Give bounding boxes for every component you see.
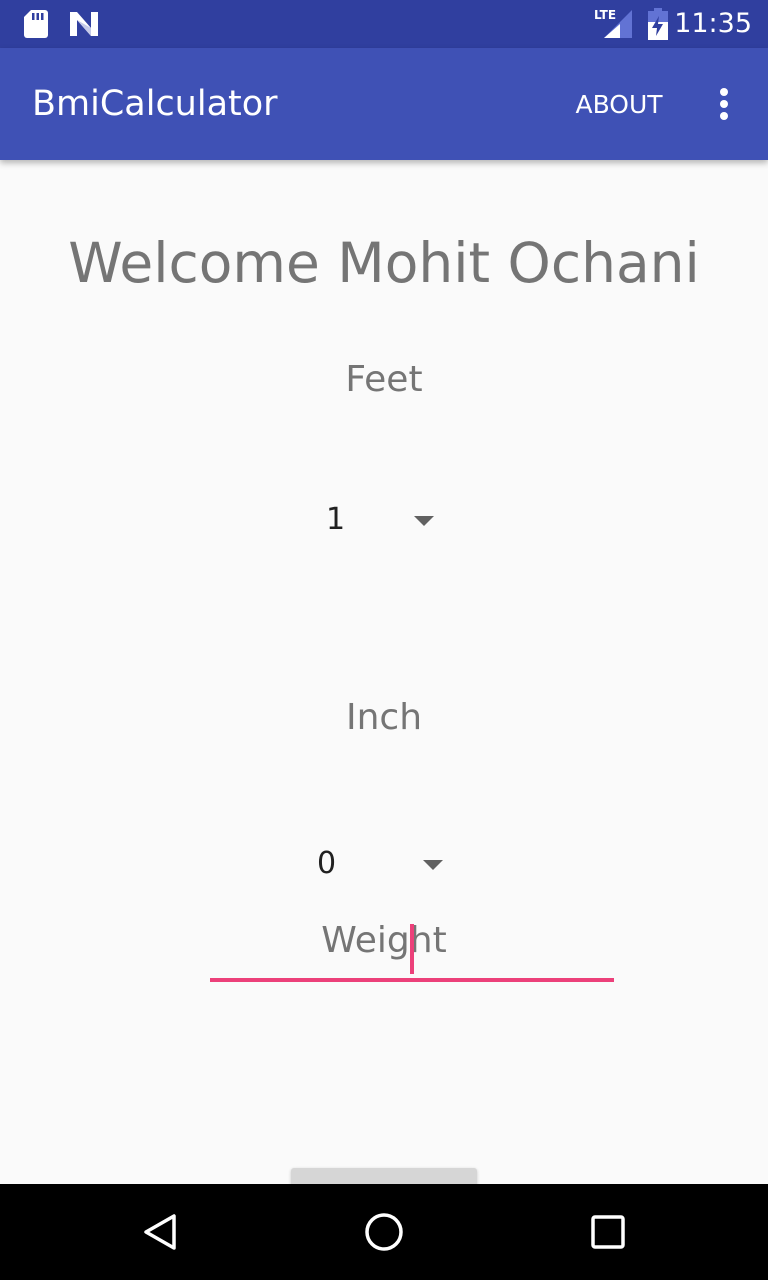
- dropdown-arrow-icon: [423, 860, 443, 870]
- battery-charging-icon: [648, 8, 668, 40]
- navigation-bar: [0, 1184, 768, 1280]
- more-vert-icon[interactable]: [704, 80, 744, 128]
- inch-label: Inch: [345, 697, 423, 738]
- dropdown-arrow-icon: [414, 516, 434, 526]
- feet-spinner[interactable]: 1: [326, 500, 448, 540]
- weight-input[interactable]: [210, 920, 614, 982]
- inch-spinner[interactable]: 0: [317, 844, 457, 884]
- status-bar: LTE 11:35: [0, 0, 768, 48]
- app-bar: BmiCalculator ABOUT: [0, 48, 768, 160]
- lte-signal-icon: LTE: [594, 8, 634, 40]
- app-title: BmiCalculator: [32, 84, 278, 124]
- sd-card-icon: [24, 10, 48, 38]
- main-content: Welcome Mohit Ochani Feet 1 Inch 0 Weigh…: [0, 160, 768, 1184]
- home-icon[interactable]: [360, 1208, 408, 1256]
- n-notification-icon: [70, 12, 98, 36]
- back-icon[interactable]: [136, 1208, 184, 1256]
- feet-label: Feet: [345, 359, 423, 400]
- status-time: 11:35: [674, 8, 752, 39]
- feet-spinner-value: 1: [326, 502, 346, 537]
- about-button[interactable]: ABOUT: [560, 84, 678, 126]
- inch-spinner-value: 0: [317, 846, 337, 881]
- lte-label: LTE: [594, 8, 617, 22]
- recents-icon[interactable]: [584, 1208, 632, 1256]
- welcome-heading: Welcome Mohit Ochani: [68, 231, 700, 295]
